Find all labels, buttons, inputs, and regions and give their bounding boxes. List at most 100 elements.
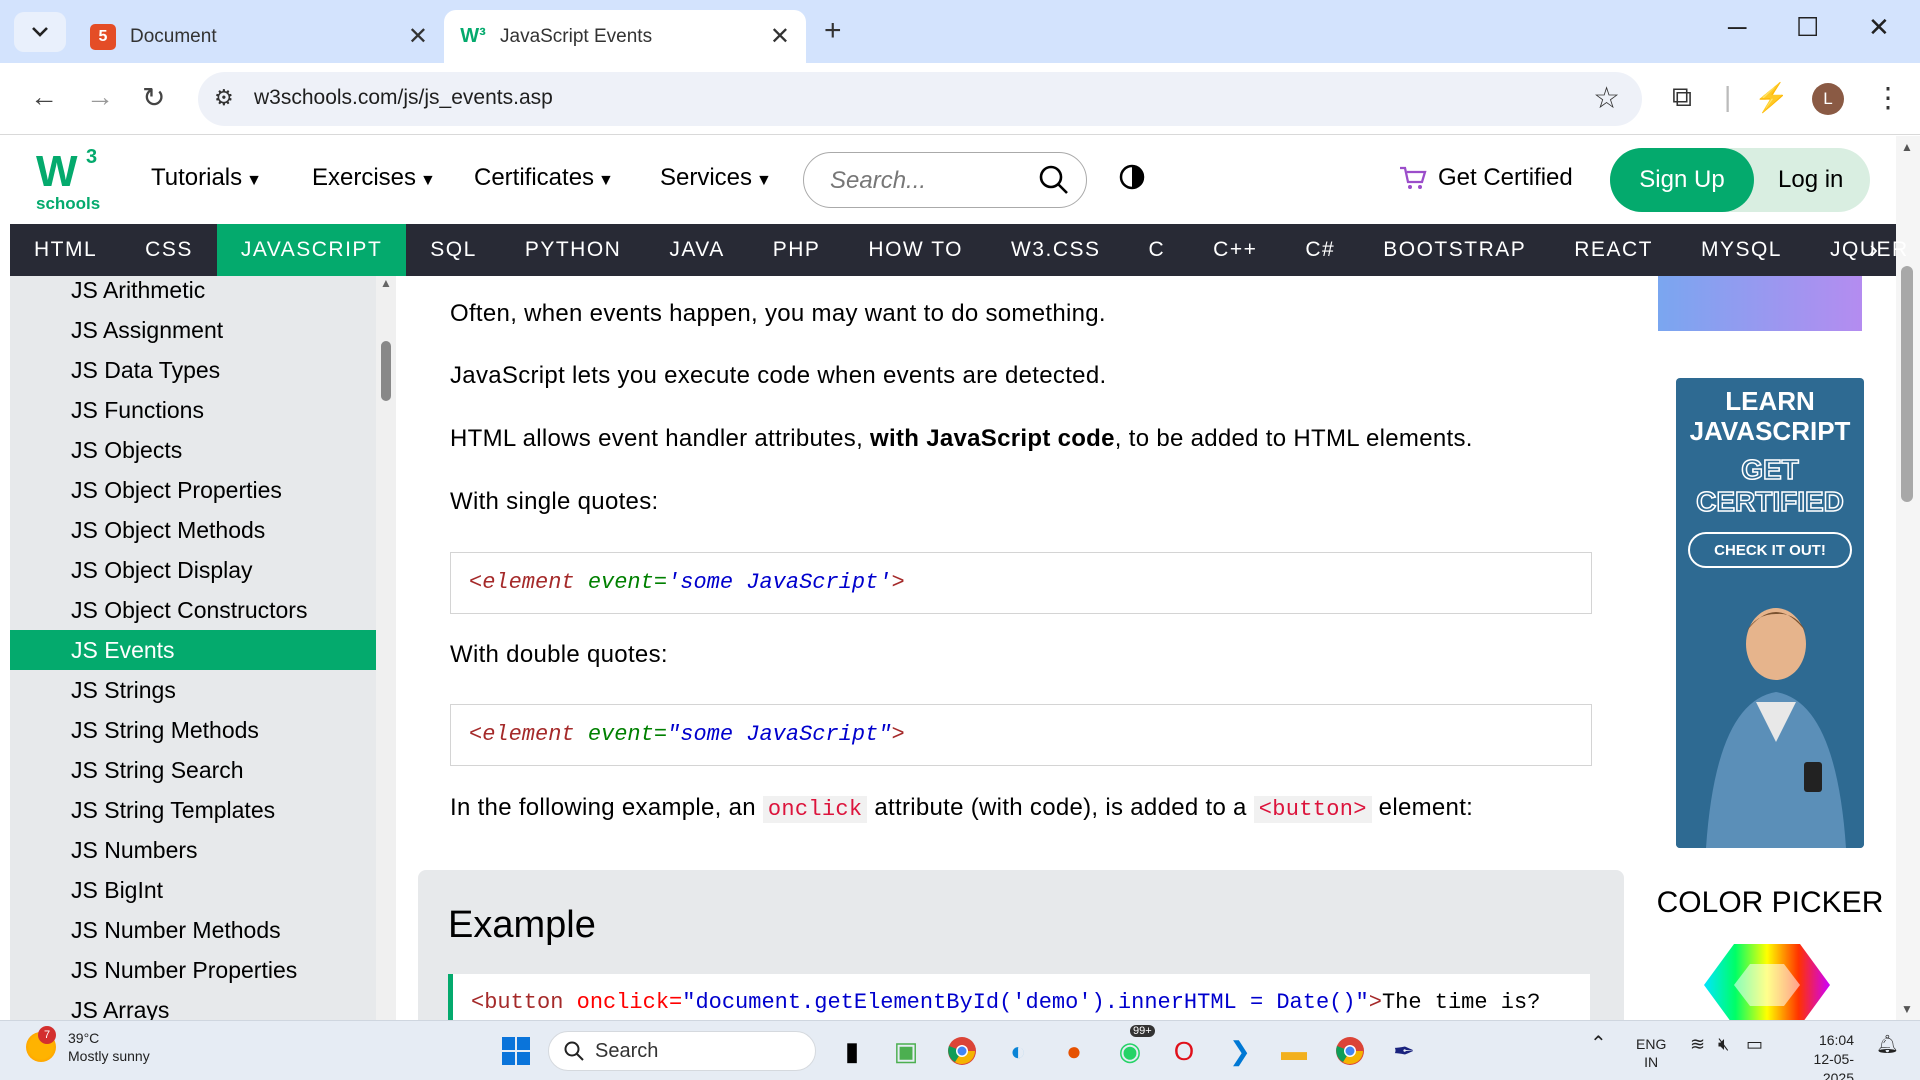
sidebar-item[interactable]: JS Object Properties (10, 470, 376, 510)
topnav-mysql[interactable]: MYSQL (1677, 224, 1806, 276)
weather-widget[interactable]: 7 39°C Mostly sunny (26, 1026, 150, 1065)
learn-javascript-ad[interactable]: LEARN JAVASCRIPT GET CERTIFIED CHECK IT OU… (1676, 378, 1864, 848)
url-bar[interactable]: ⚙ w3schools.com/js/js_events.asp ☆ (198, 72, 1642, 126)
sign-up-button[interactable]: Sign Up (1610, 148, 1754, 212)
taskbar-search[interactable]: Search (548, 1031, 816, 1071)
performance-icon[interactable]: ⚡ (1754, 81, 1789, 114)
system-clock[interactable]: 16:04 12-05-2025 (1784, 1031, 1854, 1080)
topnav-how-to[interactable]: HOW TO (844, 224, 987, 276)
banner-ad[interactable] (1658, 276, 1862, 331)
back-arrow-icon[interactable]: ← (30, 81, 58, 113)
logo-schools: schools (36, 194, 101, 213)
menu-certificates[interactable]: Certificates ▼ (474, 164, 614, 192)
sidebar-scrollbar[interactable]: ▲ (376, 276, 396, 1020)
topnav-csharp[interactable]: C# (1281, 224, 1359, 276)
close-icon[interactable]: ✕ (770, 22, 790, 51)
sidebar-item[interactable]: JS String Templates (10, 790, 376, 830)
page-scroll-thumb[interactable] (1901, 266, 1913, 502)
language-indicator[interactable]: ENG IN (1636, 1035, 1666, 1071)
log-in-button[interactable]: Log in (1778, 166, 1843, 194)
tab-document[interactable]: 5 Document ✕ (74, 10, 444, 63)
dark-mode-toggle-icon[interactable] (1118, 163, 1146, 191)
sidebar-item[interactable]: JS Numbers (10, 830, 376, 870)
sidebar-item[interactable]: JS Events (10, 630, 376, 670)
reload-icon[interactable]: ↻ (142, 81, 165, 114)
profile-avatar[interactable]: L (1812, 83, 1844, 115)
sidebar-item[interactable]: JS Objects (10, 430, 376, 470)
file-explorer-icon[interactable]: ▬ (1276, 1033, 1312, 1069)
sidebar-item[interactable]: JS String Methods (10, 710, 376, 750)
opera-icon[interactable]: O (1166, 1033, 1202, 1069)
tab-search-button[interactable] (14, 12, 66, 52)
task-view-icon[interactable]: ▮ (834, 1033, 870, 1069)
topnav-html[interactable]: HTML (10, 224, 121, 276)
sidebar-item[interactable]: JS Functions (10, 390, 376, 430)
maximize-icon[interactable]: ☐ (1796, 12, 1819, 43)
site-info-icon[interactable]: ⚙ (214, 85, 234, 111)
topnav-sql[interactable]: SQL (406, 224, 501, 276)
topnav-w3css[interactable]: W3.CSS (987, 224, 1125, 276)
topnav-python[interactable]: PYTHON (501, 224, 646, 276)
menu-tutorials[interactable]: Tutorials ▼ (151, 164, 262, 192)
sidebar-item[interactable]: JS Object Methods (10, 510, 376, 550)
code-lt: < (469, 722, 483, 747)
topnav-php[interactable]: PHP (749, 224, 845, 276)
sidebar-item[interactable]: JS Number Methods (10, 910, 376, 950)
tab-javascript-events[interactable]: W³ JavaScript Events ✕ (444, 10, 806, 63)
whatsapp-icon[interactable]: ◉ 99+ (1112, 1025, 1155, 1069)
site-search-input[interactable]: Search... (803, 152, 1087, 208)
menu-services[interactable]: Services ▼ (660, 164, 772, 192)
get-certified-link[interactable]: Get Certified (1398, 164, 1573, 192)
more-menu-icon[interactable]: ⋮ (1874, 81, 1902, 114)
topnav-jquery[interactable]: JQUER (1806, 224, 1920, 276)
chrome-colorful-icon[interactable]: ● (1056, 1033, 1092, 1069)
feather-app-icon[interactable]: ✒ (1386, 1033, 1422, 1069)
sidebar-item[interactable]: JS Object Display (10, 550, 376, 590)
sidebar-item[interactable]: JS Object Constructors (10, 590, 376, 630)
search-icon[interactable] (1034, 160, 1074, 200)
sidebar-item[interactable]: JS Strings (10, 670, 376, 710)
topnav-react[interactable]: REACT (1550, 224, 1677, 276)
close-window-icon[interactable]: ✕ (1868, 12, 1890, 43)
sidebar-scroll-thumb[interactable] (381, 341, 391, 401)
sidebar-item[interactable]: JS Assignment (10, 310, 376, 350)
sidebar-item[interactable]: JS Number Properties (10, 950, 376, 990)
sidebar-item[interactable]: JS Data Types (10, 350, 376, 390)
extensions-icon[interactable]: ⧉ (1672, 81, 1692, 114)
topnav-bootstrap[interactable]: BOOTSTRAP (1359, 224, 1550, 276)
topnav-c[interactable]: C (1125, 224, 1190, 276)
bookmark-star-icon[interactable]: ☆ (1593, 81, 1620, 116)
sidebar-item[interactable]: JS Arrays (10, 990, 376, 1021)
color-wheel-icon[interactable] (1704, 940, 1830, 1020)
chevron-right-icon[interactable]: › (1869, 234, 1878, 265)
chrome-profile-icon[interactable] (1332, 1033, 1368, 1069)
url-text[interactable]: w3schools.com/js/js_events.asp (254, 86, 553, 110)
show-hidden-icons-icon[interactable]: ⌃ (1590, 1034, 1607, 1054)
menu-exercises[interactable]: Exercises ▼ (312, 164, 436, 192)
topnav-javascript[interactable]: JAVASCRIPT (216, 224, 407, 276)
minimize-icon[interactable]: ─ (1728, 12, 1746, 43)
photos-icon[interactable]: ▣ (888, 1033, 924, 1069)
scroll-up-icon[interactable]: ▲ (380, 276, 392, 290)
close-icon[interactable]: ✕ (408, 22, 428, 51)
topnav-cpp[interactable]: C++ (1189, 224, 1281, 276)
notification-bell-icon[interactable]: 🔔︎ (1876, 1035, 1899, 1053)
scroll-down-icon[interactable]: ▼ (1901, 1002, 1913, 1016)
volume-muted-icon[interactable]: 🔇︎ (1718, 1035, 1729, 1053)
sidebar-item[interactable]: JS Arithmetic (10, 276, 376, 310)
forward-arrow-icon[interactable]: → (86, 81, 114, 113)
w3schools-logo[interactable]: W 3 schools (36, 146, 102, 216)
battery-icon[interactable]: ▭ (1746, 1035, 1763, 1053)
new-tab-icon[interactable]: + (824, 14, 842, 48)
topnav-css[interactable]: CSS (121, 224, 217, 276)
sidebar-item[interactable]: JS String Search (10, 750, 376, 790)
windows-start-icon[interactable] (502, 1037, 530, 1065)
topnav-java[interactable]: JAVA (645, 224, 748, 276)
scroll-up-icon[interactable]: ▲ (1901, 140, 1913, 154)
wifi-icon[interactable]: ≋ (1690, 1035, 1705, 1053)
ad-check-it-out-button[interactable]: CHECK IT OUT! (1688, 532, 1852, 568)
vscode-icon[interactable]: ❯ (1222, 1033, 1258, 1069)
chrome-icon[interactable] (944, 1033, 980, 1069)
sidebar-item[interactable]: JS BigInt (10, 870, 376, 910)
edge-icon[interactable]: ◐ (1000, 1033, 1036, 1069)
